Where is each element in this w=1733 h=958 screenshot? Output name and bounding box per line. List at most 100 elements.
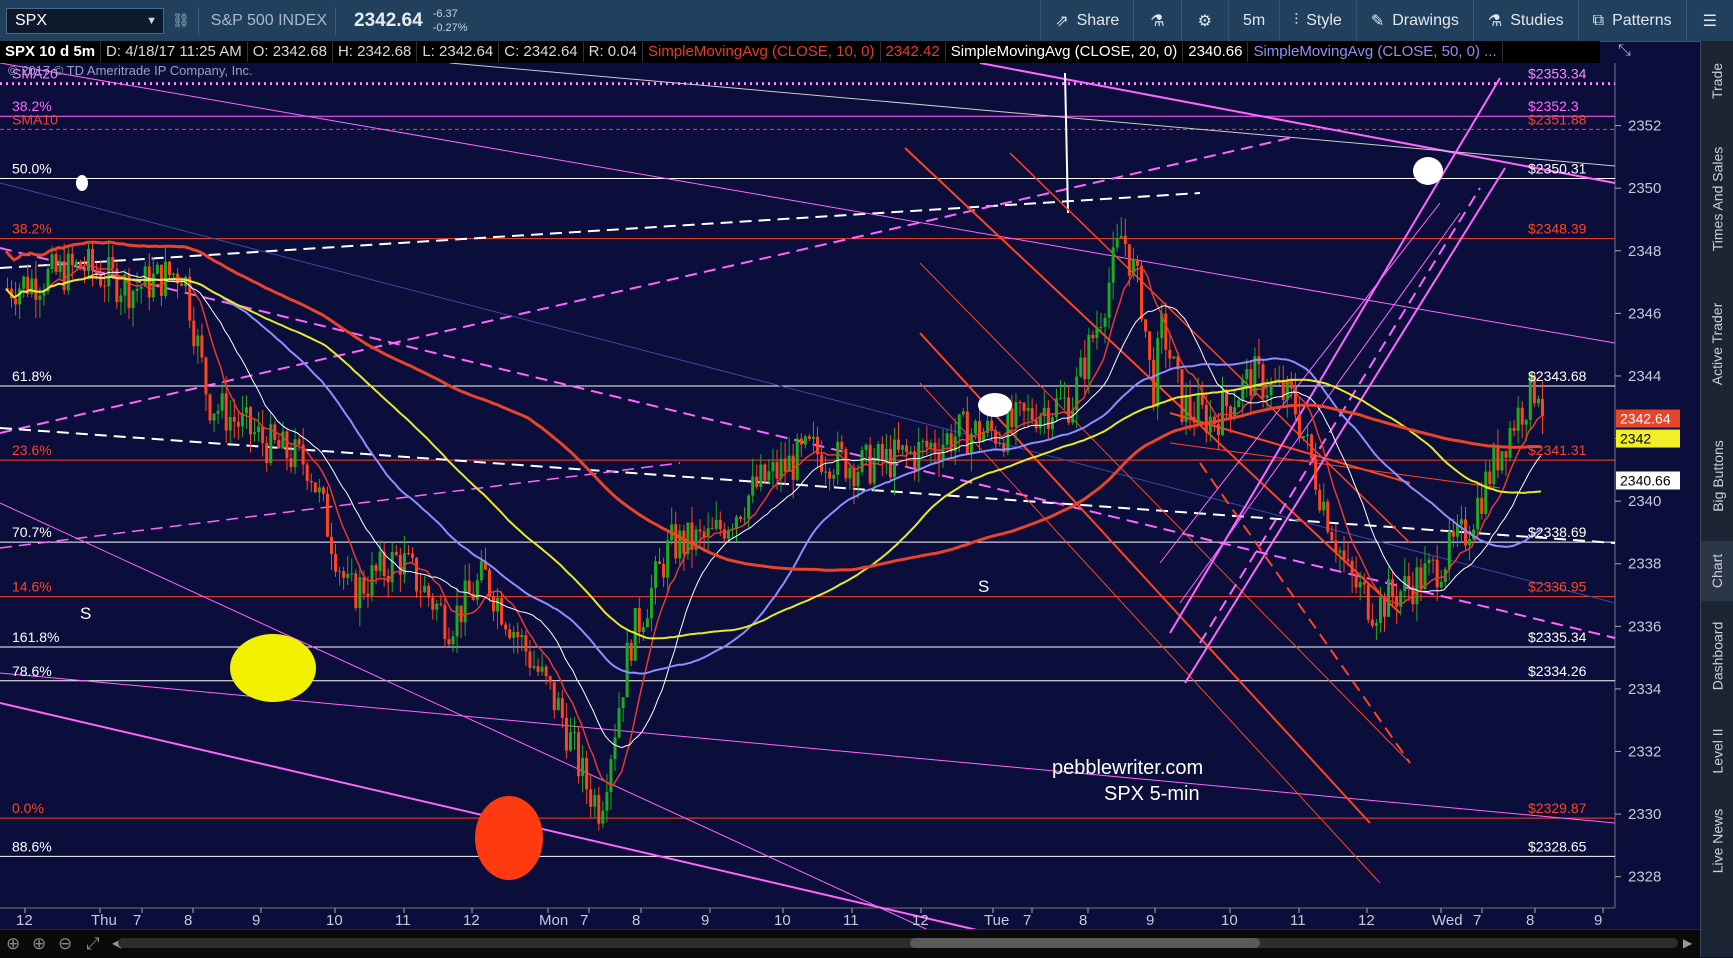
tab-big-buttons[interactable]: Big Buttons — [1701, 411, 1733, 541]
candle-down — [662, 563, 666, 578]
candle-down — [755, 476, 759, 487]
patterns-button[interactable]: ⧉ Patterns — [1577, 0, 1686, 41]
studies-icon: ⚗ — [1487, 12, 1503, 30]
candle-up — [864, 444, 868, 451]
candle-up — [961, 411, 965, 415]
symbol-input[interactable]: SPX — [15, 12, 47, 30]
x-tick-label: 11 — [395, 912, 411, 929]
symbol-selector[interactable]: SPX ▼ — [6, 7, 164, 34]
candle-down — [1520, 407, 1524, 425]
side-tab-panel: Trade Times And Sales Active Trader Big … — [1700, 41, 1733, 957]
sma10-value: 2342.42 — [881, 42, 946, 62]
sma50-label[interactable]: SimpleMovingAvg (CLOSE, 50, 0) ... — [1248, 42, 1503, 62]
menu-button[interactable]: ☰ — [1685, 0, 1733, 41]
pan-icon[interactable]: ⊕ — [6, 934, 20, 954]
candle-down — [1216, 423, 1220, 435]
candle-down — [249, 407, 252, 435]
candle-down — [978, 421, 981, 442]
style-button[interactable]: ⫶ Style — [1279, 0, 1356, 41]
candle-down — [1370, 619, 1374, 626]
candle-up — [860, 450, 864, 472]
candle-up — [212, 413, 216, 421]
y-tick-label: 2330 — [1628, 806, 1661, 823]
candle-down — [374, 565, 378, 572]
candle-up — [1196, 395, 1200, 423]
candle-up — [350, 573, 354, 575]
candle-up — [139, 286, 143, 289]
candle-up — [1306, 434, 1310, 437]
candle-down — [232, 416, 236, 422]
tab-live-news[interactable]: Live News — [1701, 791, 1733, 891]
tab-active-trader[interactable]: Active Trader — [1701, 276, 1733, 411]
instrument-name: S&P 500 INDEX — [210, 11, 327, 29]
level-left-label: 23.6% — [12, 442, 52, 458]
change-block: -6.37 -0.27% — [433, 7, 468, 35]
bottom-bar: ⊕ ⊕ ⊖ ⤢ ◀ ▶ — [0, 929, 1700, 958]
zoom-in-icon[interactable]: ⊕ — [32, 934, 46, 954]
level-left-label: 38.2% — [12, 221, 52, 237]
candle-up — [876, 444, 880, 461]
candle-up — [1524, 419, 1528, 425]
candle-down — [1180, 369, 1184, 422]
candle-up — [119, 295, 123, 303]
tab-dashboard[interactable]: Dashboard — [1701, 601, 1733, 711]
candle-up — [568, 732, 572, 751]
candle-down — [334, 554, 338, 572]
candle-up — [1119, 235, 1123, 238]
candle-up — [496, 597, 500, 612]
drawings-button[interactable]: ✎ Drawings — [1355, 0, 1473, 41]
interval-button[interactable]: 5m — [1227, 0, 1279, 41]
chevron-down-icon[interactable]: ▼ — [146, 15, 157, 27]
candle-up — [1095, 327, 1099, 339]
scroll-right-icon[interactable]: ▶ — [1683, 936, 1692, 950]
candle-down — [447, 639, 451, 645]
studies-button[interactable]: ⚗ Studies — [1472, 0, 1578, 41]
candle-down — [783, 458, 787, 472]
sma20-label[interactable]: SimpleMovingAvg (CLOSE, 20, 0) — [946, 42, 1184, 62]
tab-chart[interactable]: Chart — [1701, 541, 1733, 601]
link-icon[interactable]: ⛓ — [172, 12, 190, 29]
share-button[interactable]: ⇗ Share — [1040, 0, 1133, 41]
candle-down — [305, 464, 309, 482]
zoom-out-icon[interactable]: ⊖ — [58, 934, 72, 954]
chart-area[interactable]: 2328 2330 2332 2334 2336 2338 2340 2342 2344 2346… — [0, 62, 1700, 958]
candle-up — [848, 467, 852, 479]
candle-down — [1419, 567, 1423, 590]
candle-down — [560, 698, 564, 718]
candle-down — [419, 591, 423, 593]
settings-button[interactable]: ⚙ — [1180, 0, 1228, 41]
candle-down — [1346, 559, 1350, 561]
candle-up — [573, 732, 576, 734]
scrollbar-track[interactable] — [118, 938, 1678, 948]
price-tag-label: 2340.66 — [1620, 472, 1671, 488]
flask-button[interactable]: ⚗ — [1133, 0, 1180, 41]
candle-up — [921, 440, 925, 442]
candle-down — [1310, 434, 1314, 459]
candle-down — [330, 536, 333, 555]
candle-down — [1091, 334, 1095, 339]
scrollbar-thumb[interactable] — [910, 938, 1260, 948]
price-chart[interactable]: 2328 2330 2332 2334 2336 2338 2340 2342 2344 2346… — [0, 62, 1700, 958]
last-price: 2342.64 — [354, 9, 423, 31]
candle-up — [1208, 416, 1212, 433]
candle-down — [799, 438, 803, 445]
candle-up — [1338, 550, 1342, 553]
fit-icon[interactable]: ⤢ — [86, 934, 100, 954]
candle-down — [585, 758, 589, 790]
patterns-icon: ⧉ — [1592, 11, 1605, 29]
expand-icon[interactable]: ⤡ — [1618, 42, 1631, 60]
divider — [197, 6, 199, 35]
candle-down — [1314, 458, 1318, 490]
candle-up — [613, 737, 617, 760]
candle-down — [637, 608, 641, 633]
tab-level-ii[interactable]: Level II — [1701, 711, 1733, 791]
sma10-label[interactable]: SimpleMovingAvg (CLOSE, 10, 0) — [643, 42, 881, 62]
candle-down — [1512, 427, 1516, 431]
candle-down — [1168, 349, 1172, 359]
candle-up — [1358, 582, 1362, 588]
x-tick-label: 10 — [1221, 912, 1238, 929]
tab-trade[interactable]: Trade — [1701, 41, 1733, 121]
x-tick-label: 12 — [16, 912, 33, 929]
tab-times-and-sales[interactable]: Times And Sales — [1701, 121, 1733, 276]
candle-up — [423, 585, 427, 593]
